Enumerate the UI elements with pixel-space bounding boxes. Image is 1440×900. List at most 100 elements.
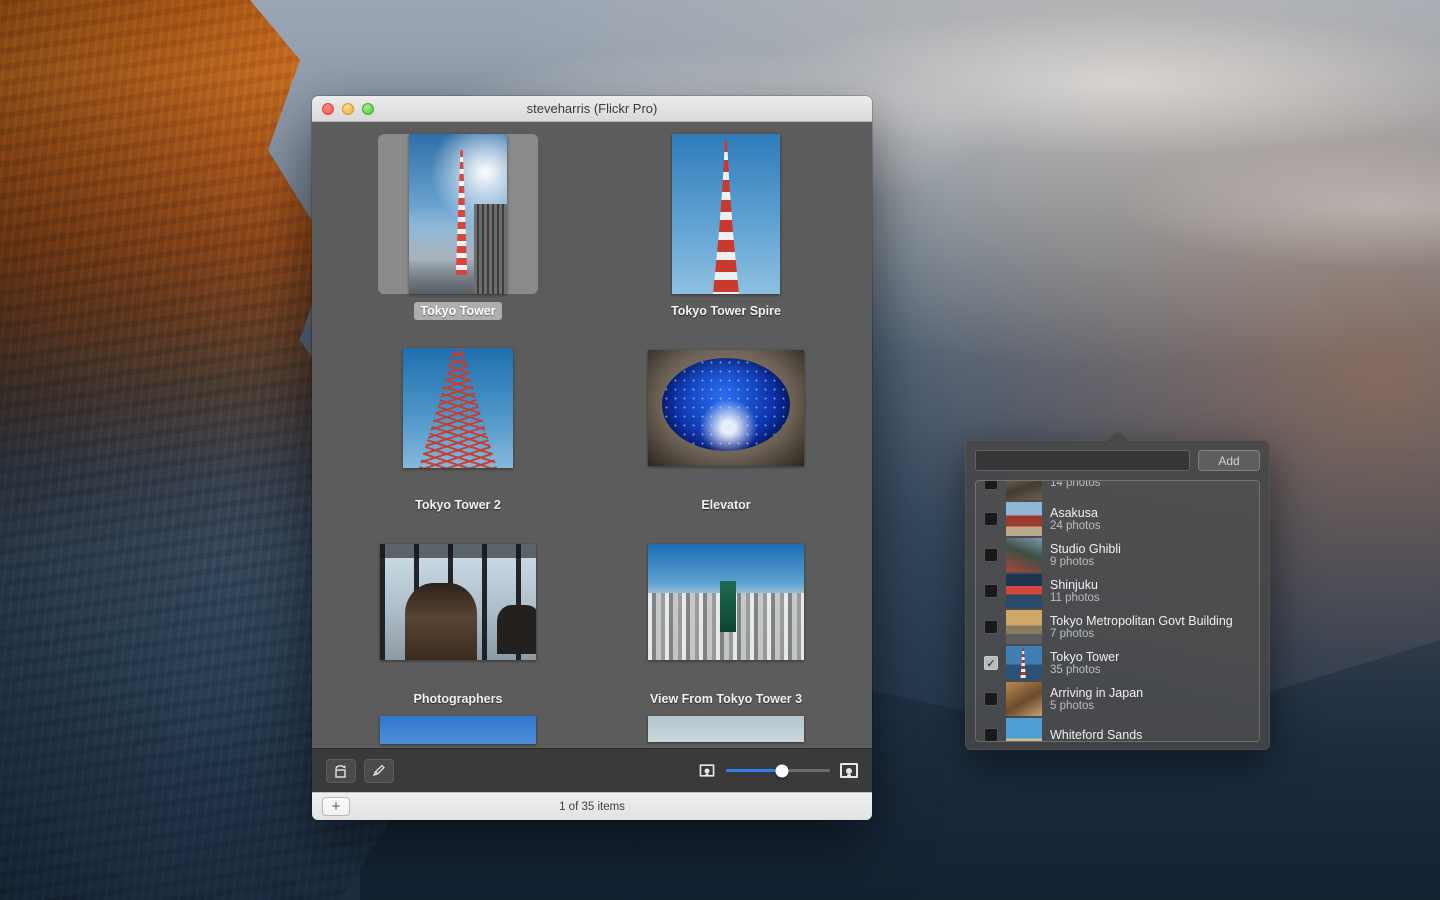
thumbnail-size-control[interactable]	[698, 763, 858, 778]
slider-fill	[726, 769, 783, 772]
album-checkbox[interactable]	[984, 512, 998, 526]
photo-thumbnail-frame	[646, 134, 806, 294]
album-text: 14 photos	[1050, 480, 1101, 489]
album-photo-count: 7 photos	[1050, 627, 1095, 640]
photo-thumbnail-frame	[378, 328, 538, 488]
album-name-label: Tokyo Metropolitan Govt Building	[1050, 613, 1233, 628]
minimize-button[interactable]	[342, 102, 354, 115]
rotate-icon	[335, 764, 346, 778]
album-text: Asakusa 24 photos	[1050, 506, 1101, 533]
add-album-confirm-button[interactable]: Add	[1198, 450, 1260, 471]
popover-album-row[interactable]: Studio Ghibli 9 photos	[976, 537, 1259, 573]
popover-album-row[interactable]: Asakusa 24 photos	[976, 501, 1259, 537]
album-photo-count: 35 photos	[1050, 663, 1101, 676]
item-count-label: 1 of 35 items	[559, 800, 625, 813]
add-item-button[interactable]: +	[322, 797, 350, 816]
grid-toolbar	[312, 748, 872, 792]
thumbnail-size-slider[interactable]	[726, 764, 830, 777]
photo-thumbnail	[648, 544, 804, 660]
album-text: Tokyo Tower 35 photos	[1050, 650, 1119, 677]
pencil-icon	[372, 764, 385, 776]
popover-album-row[interactable]: Tokyo Metropolitan Govt Building 7 photos	[976, 609, 1259, 645]
popover-album-row[interactable]: ✓ Tokyo Tower 35 photos	[976, 645, 1259, 681]
photo-grid-partial-row	[312, 710, 872, 744]
photo-caption: Tokyo Tower 2	[415, 498, 501, 512]
photo-thumbnail	[648, 350, 804, 466]
app-window: steveharris (Flickr Pro) Tokyo Tower Toky…	[312, 96, 1270, 820]
photo-grid: Tokyo Tower Tokyo Tower Spire Tokyo Tower …	[312, 122, 872, 710]
photo-caption: View From Tokyo Tower 3	[649, 692, 803, 706]
photo-caption: Elevator	[701, 498, 751, 512]
popover-album-row[interactable]: Shinjuku 11 photos	[976, 573, 1259, 609]
album-photo-count: 14 photos	[1050, 480, 1101, 489]
edit-button[interactable]	[364, 758, 394, 783]
add-to-album-popover: Add 14 photos Asakusa 24 photos Studio Ghib…	[965, 431, 1270, 750]
album-name-label: Tokyo Tower	[1050, 649, 1120, 664]
photo-caption: Tokyo Tower	[414, 302, 502, 320]
album-text: Arriving in Japan 5 photos	[1050, 686, 1143, 713]
photo-grid-item[interactable]: Photographers	[328, 516, 588, 710]
album-checkbox[interactable]	[984, 728, 998, 741]
album-photo-count: 24 photos	[1050, 519, 1101, 532]
photo-grid-item[interactable]: Tokyo Tower	[328, 128, 588, 322]
album-checkbox[interactable]	[984, 481, 998, 490]
photo-thumbnail-frame	[646, 522, 806, 682]
photo-caption: Photographers	[413, 692, 503, 706]
photo-caption: Tokyo Tower Spire	[671, 304, 781, 318]
new-album-input[interactable]	[975, 450, 1190, 471]
window-titlebar: steveharris (Flickr Pro)	[312, 96, 872, 122]
popover-toolbar: Add	[975, 450, 1260, 471]
album-photo-count: 11 photos	[1050, 591, 1100, 604]
album-thumbnail	[1006, 538, 1042, 572]
album-name-label: Shinjuku	[1050, 577, 1098, 592]
photo-thumbnail	[380, 716, 536, 744]
photo-thumbnail	[409, 134, 507, 294]
window-body: steveharris (Flickr Pro) Tokyo Tower Toky…	[312, 96, 872, 820]
album-checkbox[interactable]	[984, 692, 998, 706]
window-title: steveharris (Flickr Pro)	[526, 101, 658, 116]
large-thumbnail-icon	[840, 763, 858, 778]
album-text: Shinjuku 11 photos	[1050, 578, 1100, 605]
album-thumbnail	[1006, 574, 1042, 608]
close-button[interactable]	[322, 102, 334, 115]
album-thumbnail	[1006, 682, 1042, 716]
photo-grid-item[interactable]: Elevator	[596, 322, 856, 516]
rotate-button[interactable]	[326, 758, 356, 783]
popover-arrow	[1107, 431, 1129, 441]
album-photo-count: 5 photos	[1050, 699, 1095, 712]
album-checkbox[interactable]	[984, 620, 998, 634]
album-thumbnail	[1006, 502, 1042, 536]
slider-knob[interactable]	[775, 764, 789, 777]
photo-grid-item-partial[interactable]	[596, 710, 856, 744]
album-thumbnail	[1006, 646, 1042, 680]
popover-album-row[interactable]: Whiteford Sands	[976, 717, 1259, 742]
album-text: Whiteford Sands	[1050, 728, 1143, 742]
popover-album-row[interactable]: Arriving in Japan 5 photos	[976, 681, 1259, 717]
album-thumbnail	[1006, 718, 1042, 741]
photo-grid-item[interactable]: View From Tokyo Tower 3	[596, 516, 856, 710]
zoom-button[interactable]	[362, 102, 374, 115]
album-photo-count: 9 photos	[1050, 555, 1095, 568]
album-thumbnail	[1006, 610, 1042, 644]
traffic-lights	[322, 102, 374, 115]
photo-thumbnail-frame	[378, 522, 538, 682]
status-bar: + 1 of 35 items	[312, 792, 872, 820]
small-thumbnail-icon	[699, 764, 715, 777]
photo-grid-item[interactable]: Tokyo Tower Spire	[596, 128, 856, 322]
album-checkbox[interactable]: ✓	[984, 656, 998, 670]
photo-grid-item-partial[interactable]	[328, 710, 588, 744]
photo-thumbnail-frame	[378, 134, 538, 294]
album-name-label: Whiteford Sands	[1050, 728, 1143, 742]
popover-album-list[interactable]: 14 photos Asakusa 24 photos Studio Ghibli 9 …	[975, 480, 1260, 742]
photo-thumbnail	[403, 348, 513, 468]
album-checkbox[interactable]	[984, 584, 998, 598]
photo-grid-area[interactable]: Tokyo Tower Tokyo Tower Spire Tokyo Tower …	[312, 122, 872, 820]
photo-thumbnail	[672, 134, 780, 294]
album-checkbox[interactable]	[984, 548, 998, 562]
photo-grid-item[interactable]: Tokyo Tower 2	[328, 322, 588, 516]
album-name-label: Arriving in Japan	[1050, 685, 1144, 700]
popover-album-row[interactable]: 14 photos	[976, 480, 1259, 501]
photo-thumbnail	[648, 716, 804, 742]
album-text: Tokyo Metropolitan Govt Building 7 photos	[1050, 614, 1233, 641]
photo-thumbnail	[380, 544, 536, 660]
